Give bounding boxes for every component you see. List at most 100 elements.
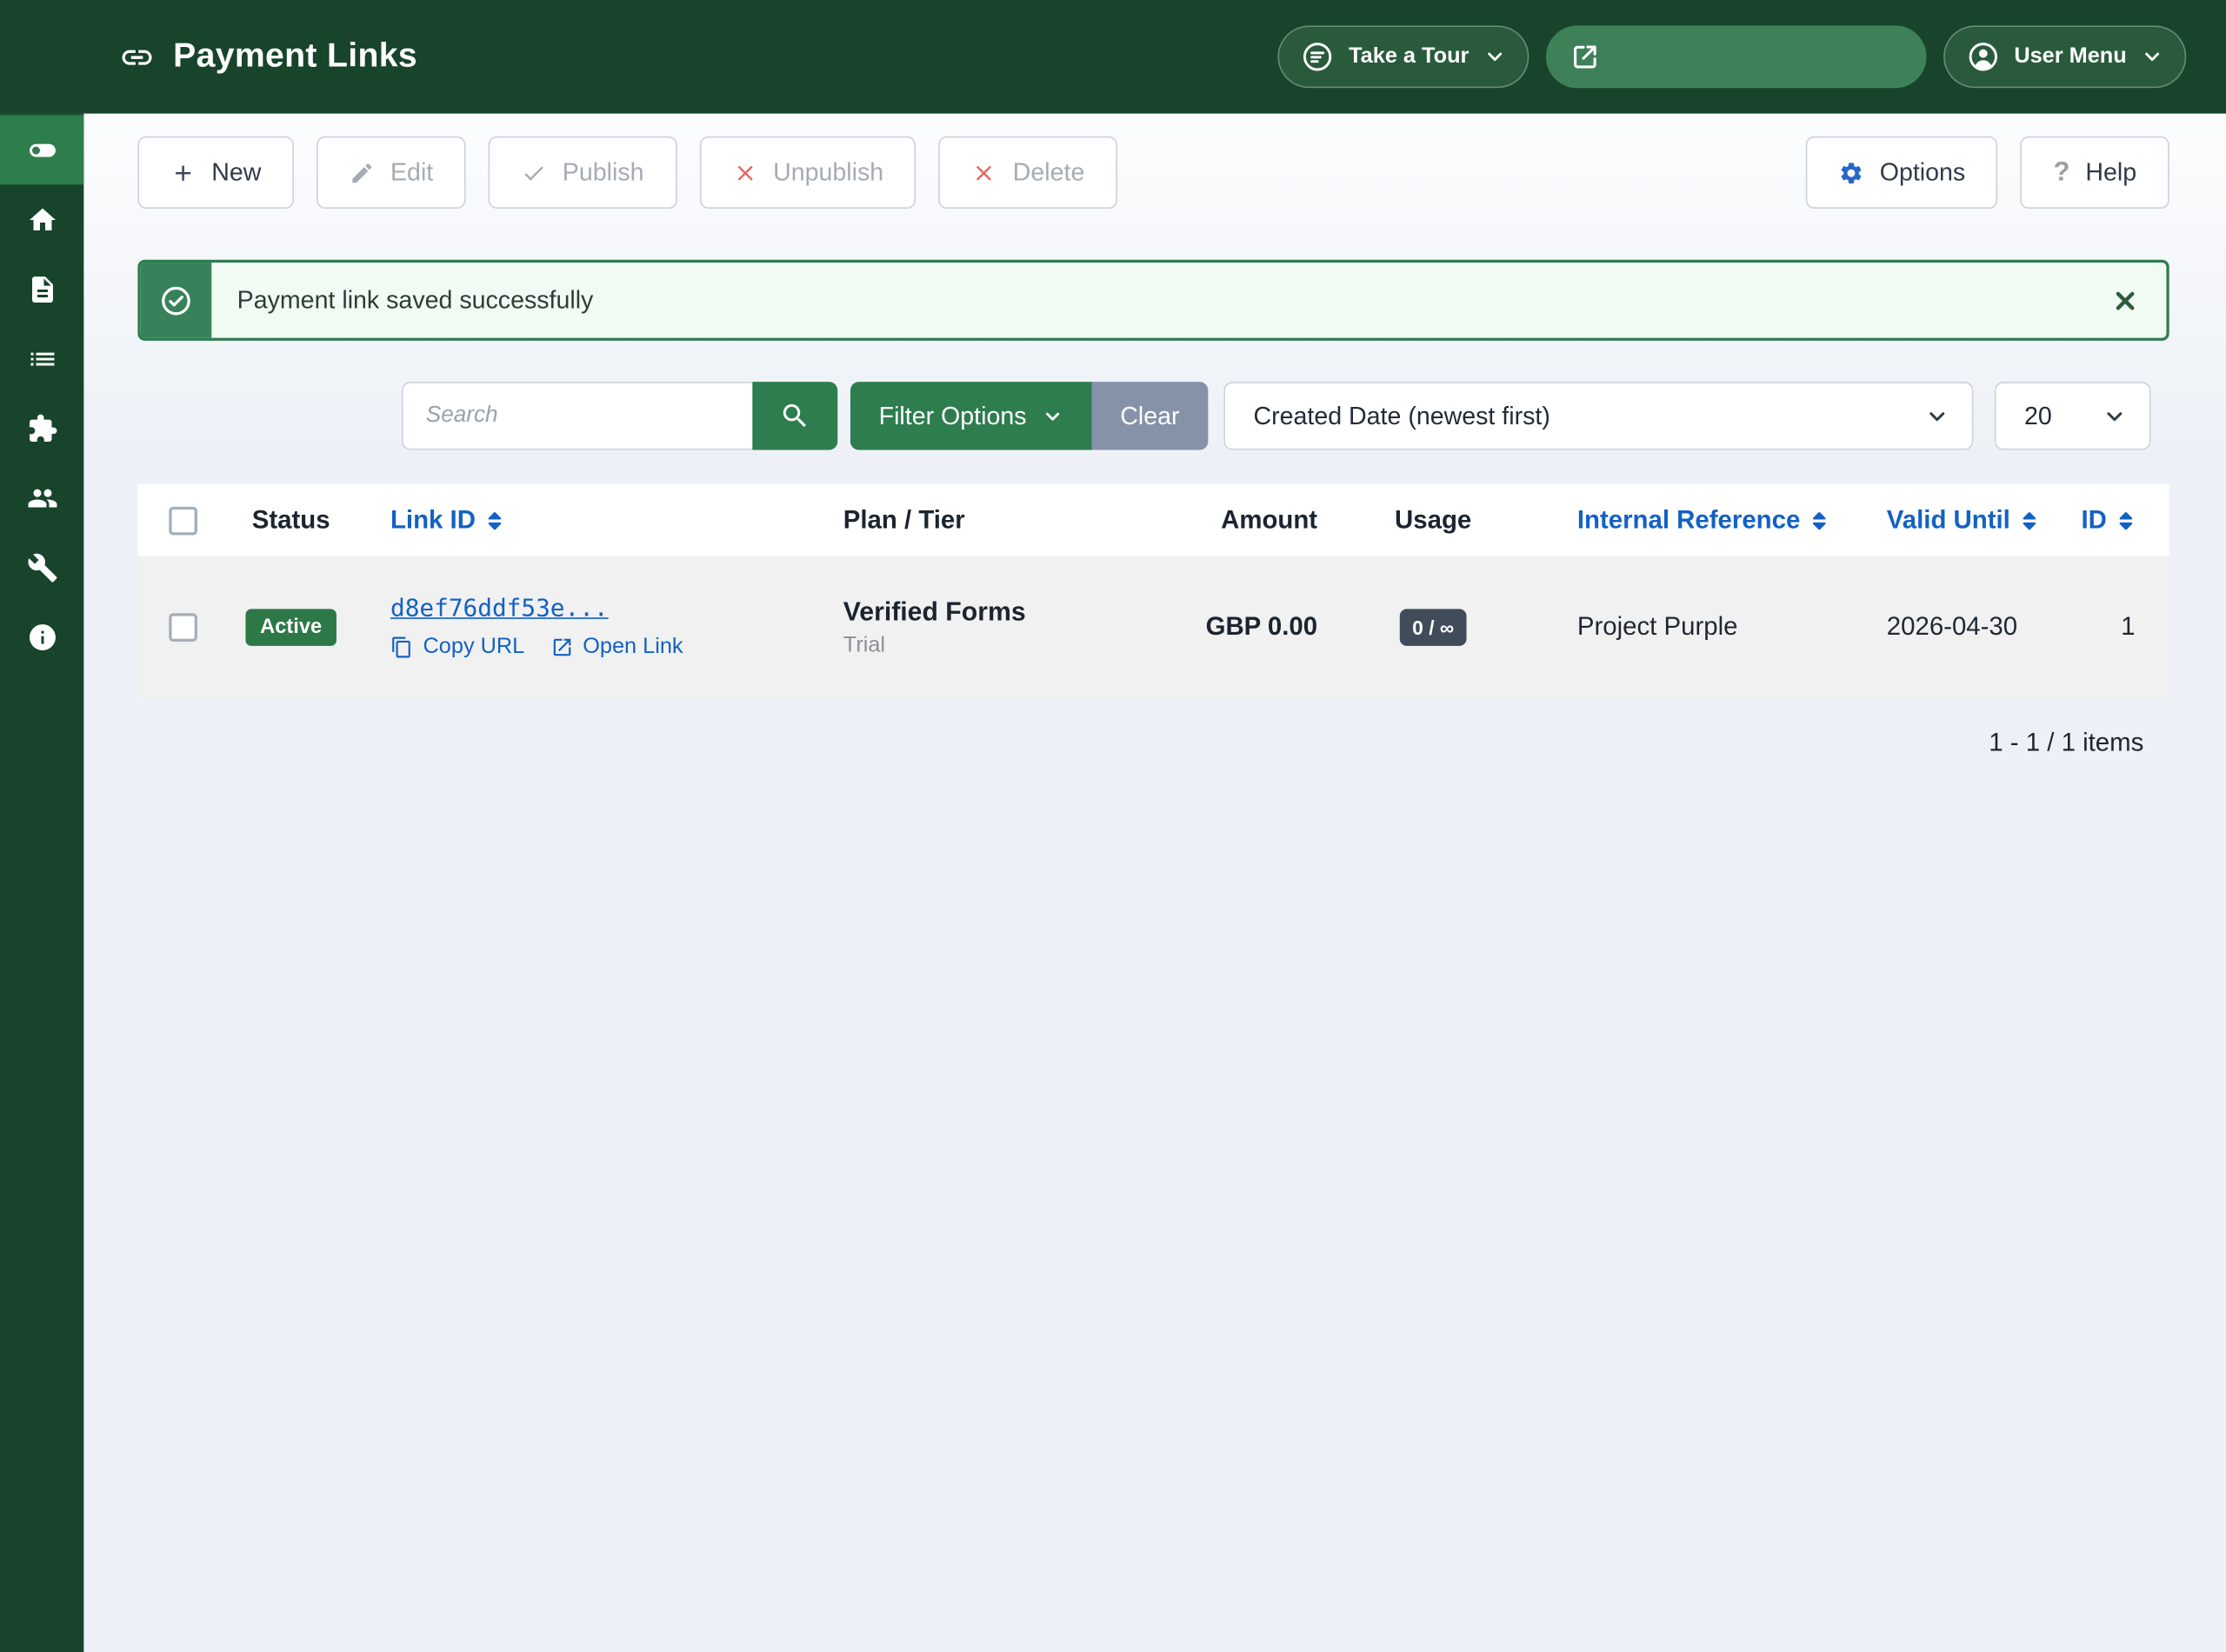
id-cell: 1 bbox=[2121, 612, 2169, 642]
page-title: Payment Links bbox=[173, 37, 417, 77]
x-icon bbox=[971, 160, 996, 185]
select-all-checkbox[interactable] bbox=[169, 506, 197, 535]
column-header-id[interactable]: ID bbox=[2081, 505, 2169, 535]
usage-cell: 0 / ∞ bbox=[1399, 609, 1466, 645]
row-select-cell bbox=[137, 612, 220, 641]
payment-links-table: Status Link ID Plan / Tier Amount Usage … bbox=[137, 484, 2169, 697]
help-button-label: Help bbox=[2085, 157, 2136, 187]
filter-row: Filter Options Clear Created Date (newes… bbox=[137, 382, 2169, 450]
toolbar: New Edit Publish Unpublish bbox=[137, 114, 2169, 209]
sidebar-item-list[interactable] bbox=[0, 323, 83, 393]
page-size-select[interactable]: 20 bbox=[1995, 382, 2151, 450]
take-a-tour-button[interactable]: Take a Tour bbox=[1277, 25, 1528, 88]
app-header: Payment Links Take a Tour bbox=[0, 0, 2226, 114]
users-icon bbox=[26, 482, 57, 513]
quick-access-input[interactable] bbox=[1616, 25, 1903, 88]
delete-button[interactable]: Delete bbox=[939, 137, 1117, 209]
sidebar-item-users[interactable] bbox=[0, 463, 83, 532]
search-button[interactable] bbox=[752, 382, 837, 450]
list-icon bbox=[26, 343, 57, 374]
row-actions: Copy URL Open Link bbox=[390, 634, 816, 659]
sort-icon bbox=[485, 509, 503, 531]
column-header-link-id-label: Link ID bbox=[390, 505, 476, 535]
copy-url-action[interactable]: Copy URL bbox=[390, 634, 524, 659]
unpublish-button[interactable]: Unpublish bbox=[699, 137, 916, 209]
clear-filters-button[interactable]: Clear bbox=[1092, 382, 1209, 450]
sidebar-item-documents[interactable] bbox=[0, 254, 83, 323]
unpublish-button-label: Unpublish bbox=[773, 157, 883, 187]
open-link-action[interactable]: Open Link bbox=[550, 634, 683, 659]
sidebar-item-integrations[interactable] bbox=[0, 393, 83, 463]
link-icon bbox=[119, 39, 155, 75]
usage-badge: 0 / ∞ bbox=[1399, 609, 1466, 645]
options-button[interactable]: Options bbox=[1806, 137, 1998, 209]
link-id-link[interactable]: d8ef76ddf53e... bbox=[390, 594, 609, 623]
pagination-summary: 1 - 1 / 1 items bbox=[137, 729, 2169, 758]
sidebar-item-tools[interactable] bbox=[0, 532, 83, 602]
copy-icon bbox=[390, 636, 413, 658]
puzzle-icon bbox=[26, 412, 57, 443]
main-content: New Edit Publish Unpublish bbox=[83, 114, 2226, 1652]
payment-links-page: Payment Links Take a Tour bbox=[0, 0, 2226, 1652]
tour-icon bbox=[1301, 40, 1335, 74]
column-header-plan-tier: Plan / Tier bbox=[816, 505, 1196, 535]
edit-icon bbox=[350, 160, 375, 185]
document-icon bbox=[26, 273, 57, 304]
publish-button-label: Publish bbox=[563, 157, 644, 187]
page-header-brand: Payment Links bbox=[119, 37, 417, 77]
help-icon: ? bbox=[2053, 159, 2069, 186]
edit-button-label: Edit bbox=[390, 157, 433, 187]
sidebar bbox=[0, 114, 83, 1652]
page-size-value: 20 bbox=[2024, 401, 2052, 430]
take-a-tour-label: Take a Tour bbox=[1349, 44, 1469, 70]
column-header-internal-reference-label: Internal Reference bbox=[1577, 505, 1800, 535]
open-link-label: Open Link bbox=[583, 634, 683, 659]
quick-launch-field[interactable] bbox=[1546, 25, 1927, 88]
column-header-valid-until[interactable]: Valid Until bbox=[1863, 505, 2054, 535]
sidebar-item-toggle[interactable] bbox=[0, 115, 83, 184]
column-header-internal-reference[interactable]: Internal Reference bbox=[1543, 505, 1863, 535]
link-id-cell: d8ef76ddf53e... Copy URL Open Link bbox=[362, 594, 816, 659]
help-button[interactable]: ? Help bbox=[2021, 137, 2169, 209]
new-button[interactable]: New bbox=[137, 137, 294, 209]
plan-name: Verified Forms bbox=[843, 596, 1196, 627]
close-icon bbox=[2111, 286, 2140, 315]
copy-url-label: Copy URL bbox=[423, 634, 525, 659]
check-icon bbox=[521, 160, 546, 185]
external-link-icon bbox=[1569, 40, 1602, 74]
amount-value: GBP 0.00 bbox=[1206, 612, 1318, 641]
delete-button-label: Delete bbox=[1013, 157, 1085, 187]
edit-button[interactable]: Edit bbox=[317, 137, 466, 209]
sort-order-value: Created Date (newest first) bbox=[1253, 401, 1550, 430]
row-checkbox[interactable] bbox=[169, 612, 197, 641]
sidebar-item-info[interactable] bbox=[0, 602, 83, 671]
column-header-link-id[interactable]: Link ID bbox=[362, 505, 816, 535]
search-icon bbox=[779, 400, 810, 431]
user-menu-label: User Menu bbox=[2014, 44, 2126, 70]
search-input[interactable] bbox=[402, 382, 752, 450]
sidebar-item-home[interactable] bbox=[0, 184, 83, 254]
alert-close-button[interactable] bbox=[2084, 263, 2167, 338]
chevron-down-icon bbox=[2103, 403, 2127, 428]
status-cell: Active bbox=[246, 609, 337, 645]
chevron-down-icon bbox=[1925, 403, 1949, 428]
alert-icon-block bbox=[141, 263, 212, 338]
check-circle-icon bbox=[159, 283, 193, 317]
filter-options-button[interactable]: Filter Options bbox=[850, 382, 1092, 450]
sort-order-select[interactable]: Created Date (newest first) bbox=[1223, 382, 1973, 450]
gear-icon bbox=[1838, 160, 1863, 185]
new-button-label: New bbox=[211, 157, 261, 187]
column-header-usage: Usage bbox=[1395, 505, 1471, 535]
wrench-icon bbox=[26, 551, 57, 583]
record-actions: New Edit Publish Unpublish bbox=[137, 137, 1117, 209]
user-avatar-icon bbox=[1966, 40, 2000, 74]
options-button-label: Options bbox=[1880, 157, 1965, 187]
success-alert: Payment link saved successfully bbox=[137, 260, 2169, 341]
plus-icon bbox=[170, 160, 196, 185]
publish-button[interactable]: Publish bbox=[489, 137, 676, 209]
sort-icon bbox=[2116, 509, 2135, 531]
sort-icon bbox=[1810, 509, 1829, 531]
valid-until-cell: 2026-04-30 bbox=[1863, 612, 2054, 642]
select-all-cell bbox=[137, 506, 220, 535]
user-menu-button[interactable]: User Menu bbox=[1943, 25, 2187, 88]
